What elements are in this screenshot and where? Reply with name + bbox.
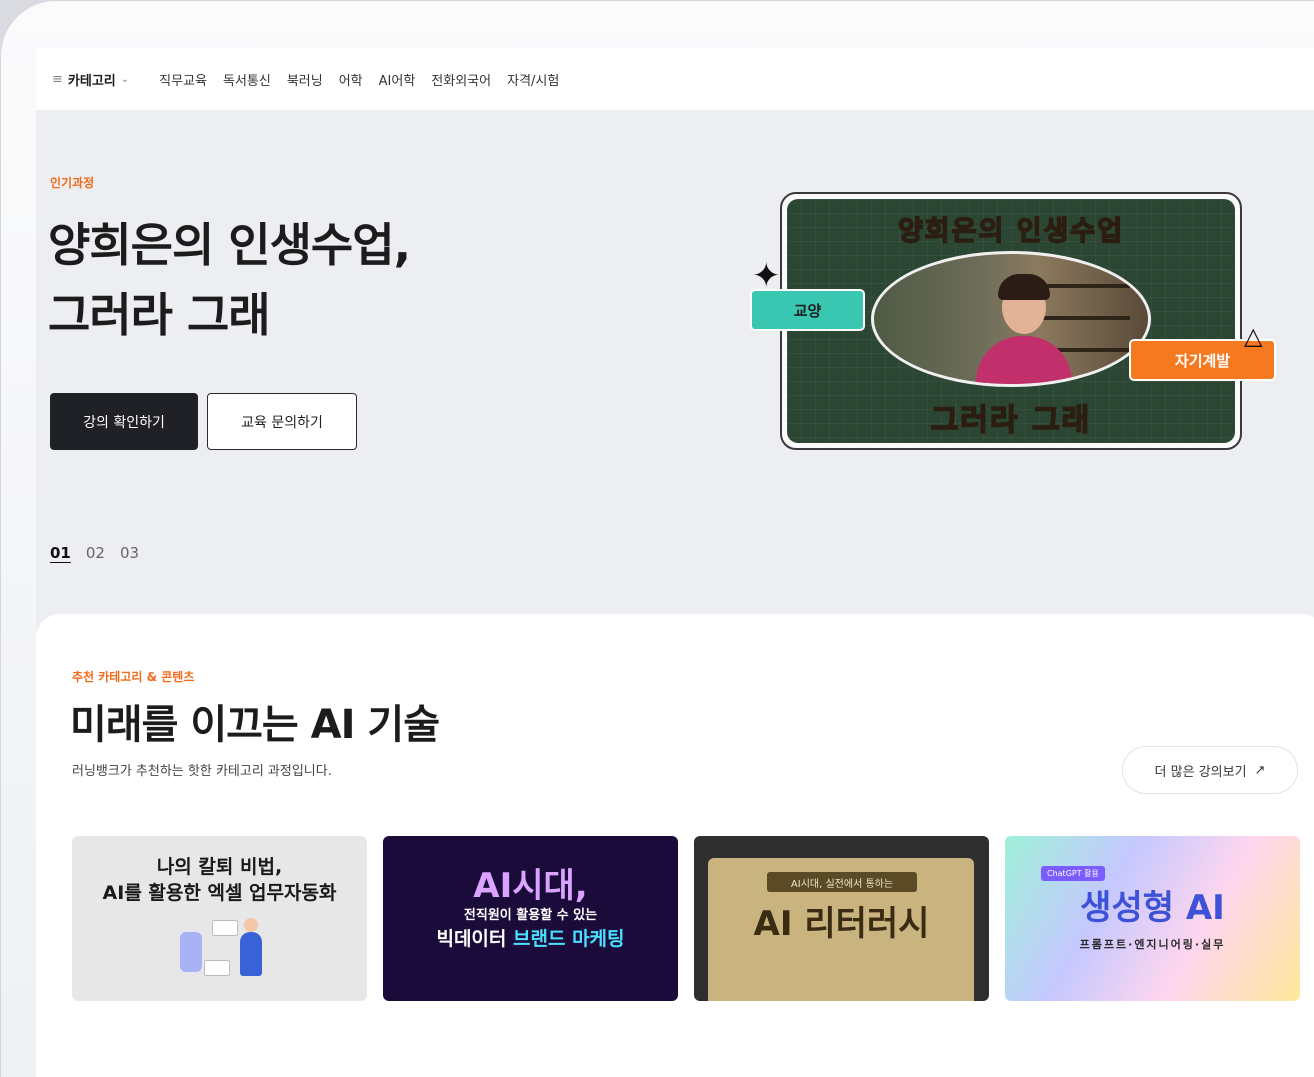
portrait-oval: [871, 251, 1151, 387]
more-courses-button[interactable]: 더 많은 강의보기 ↗: [1122, 746, 1298, 794]
nav-item-booklearning[interactable]: 북러닝: [287, 70, 323, 89]
person-body: [976, 336, 1072, 384]
card-mini-badge: ChatGPT 활용: [1041, 866, 1105, 881]
card-title-line2: 프롬프트·엔지니어링·실무: [1079, 938, 1226, 951]
browser-screen: ≡ 카테고리 ⌄ 직무교육 독서통신 북러닝 어학 AI어학 전화외국어 자격/…: [36, 48, 1314, 1077]
hero-title-line2: 그러라 그래: [48, 288, 271, 342]
person-hair: [998, 274, 1050, 300]
inquiry-button[interactable]: 교육 문의하기: [207, 393, 357, 450]
course-card-generative-ai[interactable]: ChatGPT 활용 생성형 AI 프롬프트·엔지니어링·실무: [1005, 836, 1300, 1001]
card-title-line2: 전직원이 활용할 수 있는: [463, 908, 598, 923]
robot-illustration: [180, 932, 202, 972]
card-badge: AI시대, 실전에서 통하는: [767, 872, 917, 892]
sparkle-icon: ✦: [752, 256, 781, 296]
recommend-section: 추천 카테고리 & 콘텐츠 미래를 이끄는 AI 기술 러닝뱅크가 추천하는 핫…: [36, 614, 1314, 1077]
nav-item-phone-language[interactable]: 전화외국어: [431, 70, 491, 89]
board-top-text: 양희은의 인생수업: [897, 215, 1125, 248]
pager-item-1[interactable]: 01: [50, 544, 71, 562]
person-head-illustration: [244, 918, 258, 932]
section-title: 미래를 이끄는 AI 기술: [70, 702, 440, 748]
category-menu-button[interactable]: ≡ 카테고리 ⌄: [52, 70, 129, 89]
course-card-ai-literacy[interactable]: AI시대, 실전에서 통하는 AI 리터러시: [694, 836, 989, 1001]
card-title-line3-a: 빅데이터: [436, 928, 514, 950]
triangle-icon: △: [1244, 322, 1263, 350]
pager-item-3[interactable]: 03: [120, 544, 139, 562]
hamburger-icon: ≡: [52, 71, 63, 87]
nav-item-language[interactable]: 어학: [339, 70, 363, 89]
course-card-bigdata[interactable]: AI시대, 전직원이 활용할 수 있는 빅데이터 브랜드 마케팅: [383, 836, 678, 1001]
category-label: 카테고리: [67, 73, 116, 89]
pager-item-2[interactable]: 02: [86, 544, 105, 562]
nav-item-ai-language[interactable]: AI어학: [379, 70, 416, 89]
arrow-up-right-icon: ↗: [1254, 762, 1266, 778]
card-title-line1: 나의 칼퇴 비법,: [156, 856, 283, 878]
nav-item-certificate[interactable]: 자격/시험: [507, 70, 559, 89]
hero-title: 양희은의 인생수업, 그러라 그래: [48, 210, 411, 350]
more-courses-label: 더 많은 강의보기: [1154, 764, 1247, 780]
board-bottom-text: 그러라 그래: [930, 402, 1092, 439]
card-title-line3-b: 브랜드 마케팅: [513, 928, 625, 950]
card-title-line1: AI 리터러시: [753, 904, 930, 944]
hero-pager: 01 02 03: [50, 544, 139, 562]
card-title-line1: 생성형 AI: [1080, 888, 1225, 928]
top-nav: ≡ 카테고리 ⌄ 직무교육 독서통신 북러닝 어학 AI어학 전화외국어 자격/…: [36, 48, 1314, 110]
screen-illustration: [204, 960, 230, 976]
section-subtitle: 러닝뱅크가 추천하는 핫한 카테고리 과정입니다.: [72, 764, 332, 779]
bookshelf: [1030, 316, 1130, 320]
course-card-excel[interactable]: 나의 칼퇴 비법, AI를 활용한 엑셀 업무자동화: [72, 836, 367, 1001]
person-illustration: [240, 932, 262, 976]
chevron-down-icon: ⌄: [120, 73, 130, 85]
card-title-line3: 빅데이터 브랜드 마케팅: [383, 924, 678, 951]
hero-title-line1: 양희은의 인생수업,: [48, 218, 411, 272]
recommend-content: 추천 카테고리 & 콘텐츠 미래를 이끄는 AI 기술 러닝뱅크가 추천하는 핫…: [56, 658, 1314, 1028]
nav-item-job[interactable]: 직무교육: [159, 70, 207, 89]
card-title-line1: AI시대,: [473, 866, 588, 906]
screen-illustration: [212, 920, 238, 936]
hero-eyebrow: 인기과정: [50, 176, 95, 190]
card-title-line2: AI를 활용한 엑셀 업무자동화: [102, 882, 337, 904]
section-eyebrow: 추천 카테고리 & 콘텐츠: [72, 670, 195, 684]
nav-item-reading[interactable]: 독서통신: [223, 70, 271, 89]
view-course-button[interactable]: 강의 확인하기: [50, 393, 198, 450]
